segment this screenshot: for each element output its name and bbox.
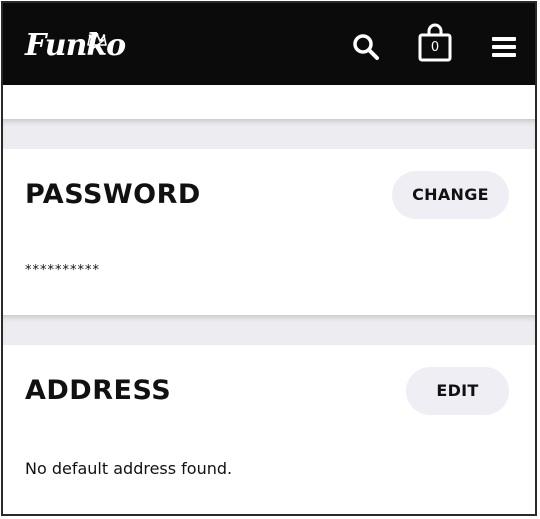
- site-header: Funko 0: [3, 3, 535, 85]
- password-title: PASSWORD: [25, 179, 201, 210]
- address-title: ADDRESS: [25, 375, 172, 406]
- search-icon[interactable]: [352, 33, 380, 61]
- previous-section-bottom: [3, 85, 535, 119]
- password-value: **********: [25, 263, 100, 278]
- cart-count: 0: [430, 40, 440, 55]
- no-address-message: No default address found.: [25, 459, 233, 478]
- change-password-button[interactable]: CHANGE: [392, 171, 509, 219]
- address-section: ADDRESS EDIT No default address found.: [3, 345, 535, 514]
- crown-icon: [87, 33, 107, 46]
- cart-button[interactable]: 0: [417, 23, 453, 63]
- edit-address-button[interactable]: EDIT: [406, 367, 509, 415]
- page-frame: Funko 0 PASSWORD CHANGE ********** ADDRE…: [1, 1, 537, 516]
- funko-logo[interactable]: Funko: [25, 29, 126, 63]
- menu-icon[interactable]: [492, 36, 516, 58]
- password-section: PASSWORD CHANGE **********: [3, 149, 535, 315]
- section-divider: [3, 119, 535, 149]
- section-divider: [3, 315, 535, 345]
